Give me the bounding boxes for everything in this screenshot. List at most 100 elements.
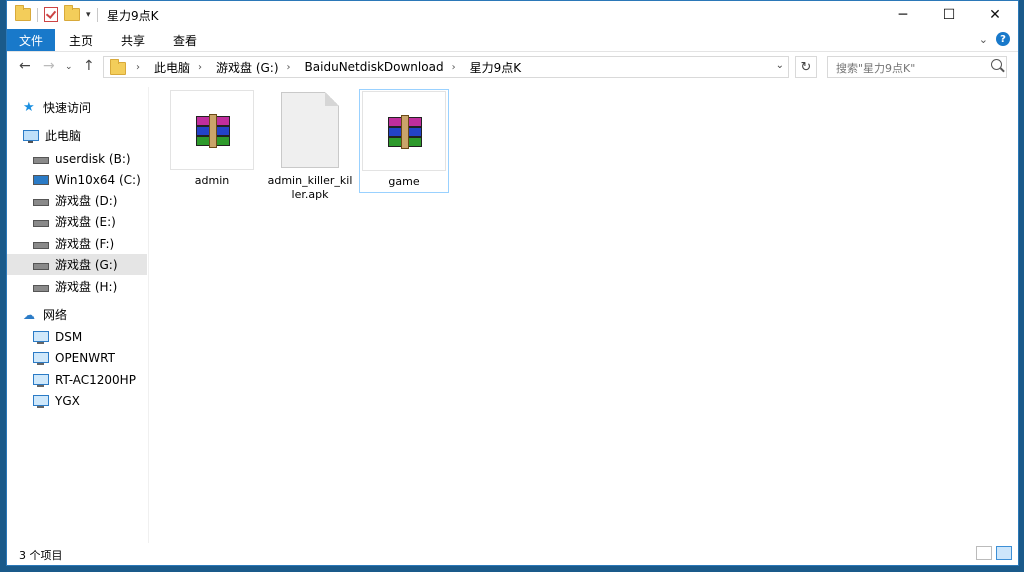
sidebar-item-label: 此电脑 — [45, 129, 82, 143]
maximize-button[interactable]: ☐ — [926, 1, 972, 29]
sidebar-item-label: OPENWRT — [55, 350, 115, 365]
sidebar-item-label: 快速访问 — [43, 101, 92, 115]
sidebar-item-openwrt[interactable]: OPENWRT — [7, 347, 147, 368]
minimize-button[interactable]: ─ — [880, 1, 926, 29]
sidebar-item-drive-g[interactable]: 游戏盘 (G:) — [7, 254, 147, 275]
separator — [37, 7, 38, 22]
sidebar-item-label: 游戏盘 (H:) — [55, 280, 118, 294]
sidebar-item-ygx[interactable]: YGX — [7, 390, 147, 411]
monitor-icon — [33, 352, 49, 365]
explorer-window: ▾ 星力9点K ─ ☐ ✕ 文件 主页 共享 查看 ⌄ ? ← → ⌄ ↑ › … — [6, 0, 1019, 566]
chevron-right-icon[interactable]: › — [198, 62, 202, 73]
breadcrumb-this-pc[interactable]: 此电脑 — [154, 59, 190, 76]
sidebar-item-drive-c[interactable]: Win10x64 (C:) — [7, 169, 147, 190]
recent-locations-icon[interactable]: ⌄ — [65, 62, 73, 72]
sidebar-item-drive-f[interactable]: 游戏盘 (F:) — [7, 233, 147, 254]
network-icon: ☁ — [23, 307, 35, 322]
sidebar-item-quick-access[interactable]: ★ 快速访问 — [23, 97, 163, 118]
window-title: 星力9点K — [107, 9, 159, 23]
sidebar-item-label: 游戏盘 (G:) — [55, 258, 118, 272]
up-arrow-icon[interactable]: ↑ — [83, 58, 95, 74]
refresh-button[interactable]: ↻ — [795, 56, 817, 78]
folder-icon — [15, 5, 31, 21]
monitor-icon — [33, 374, 49, 387]
file-list: admin admin_killer_killer.apk game — [153, 87, 1018, 547]
close-button[interactable]: ✕ — [972, 1, 1018, 29]
chevron-right-icon[interactable]: › — [452, 62, 456, 73]
item-count: 3 个项目 — [19, 549, 63, 562]
quick-access-toolbar: ▾ — [15, 5, 98, 22]
sidebar-item-dsm[interactable]: DSM — [7, 326, 147, 347]
file-item-admin[interactable]: admin — [167, 89, 257, 193]
sidebar-item-label: 游戏盘 (E:) — [55, 215, 116, 229]
winrar-archive-icon — [386, 115, 422, 149]
sidebar-item-this-pc[interactable]: 此电脑 — [23, 125, 163, 146]
refresh-icon: ↻ — [800, 59, 812, 75]
drive-icon — [33, 157, 49, 164]
drive-icon — [33, 199, 49, 206]
chevron-down-icon[interactable]: ⌄ — [776, 60, 784, 71]
tab-view[interactable]: 查看 — [159, 29, 211, 51]
sidebar-item-label: Win10x64 (C:) — [55, 172, 141, 187]
file-thumbnail — [362, 91, 446, 171]
breadcrumb-baidunetdisk[interactable]: BaiduNetdiskDownload — [305, 60, 444, 74]
large-icons-view-icon[interactable] — [996, 546, 1012, 560]
breadcrumb-current-folder[interactable]: 星力9点K — [470, 59, 522, 76]
folder-icon — [110, 59, 126, 75]
file-item-game[interactable]: game — [359, 89, 449, 193]
sidebar-item-drive-d[interactable]: 游戏盘 (D:) — [7, 190, 147, 211]
drive-icon — [33, 220, 49, 227]
file-name: admin_killer_killer.apk — [267, 174, 353, 201]
sidebar-item-label: userdisk (B:) — [55, 151, 131, 166]
sidebar-item-rt-ac1200hp[interactable]: RT-AC1200HP — [7, 369, 147, 390]
star-icon: ★ — [23, 99, 35, 115]
chevron-right-icon[interactable]: › — [287, 62, 291, 73]
monitor-icon — [33, 395, 49, 408]
chevron-right-icon[interactable]: › — [136, 62, 140, 73]
sidebar-item-label: 游戏盘 (F:) — [55, 237, 115, 251]
back-arrow-icon[interactable]: ← — [19, 58, 31, 74]
file-thumbnail — [268, 90, 352, 170]
expand-ribbon-icon[interactable]: ⌄ — [979, 33, 988, 46]
window-controls: ─ ☐ ✕ — [880, 1, 1018, 29]
navigation-bar: ← → ⌄ ↑ › 此电脑 › 游戏盘 (G:) › BaiduNetdiskD… — [7, 53, 1018, 81]
sidebar-item-label: YGX — [55, 393, 80, 408]
navigation-pane: ★ 快速访问 此电脑 userdisk (B:) Win10x64 (C:) 游… — [7, 87, 148, 547]
title-bar: ▾ 星力9点K ─ ☐ ✕ — [7, 1, 1018, 29]
sidebar-item-drive-b[interactable]: userdisk (B:) — [7, 148, 147, 169]
file-name: admin — [194, 174, 230, 187]
winrar-archive-icon — [194, 114, 230, 148]
sidebar-item-network[interactable]: ☁ 网络 — [23, 304, 163, 325]
address-bar[interactable]: › 此电脑 › 游戏盘 (G:) › BaiduNetdiskDownload … — [103, 56, 789, 78]
properties-icon[interactable] — [44, 7, 58, 22]
breadcrumb-drive-g[interactable]: 游戏盘 (G:) — [216, 59, 279, 76]
search-icon[interactable] — [991, 59, 1002, 70]
sidebar-item-label: 网络 — [43, 308, 68, 322]
sidebar-item-drive-e[interactable]: 游戏盘 (E:) — [7, 211, 147, 232]
customize-toolbar-icon[interactable]: ▾ — [86, 10, 91, 20]
separator — [96, 7, 98, 22]
monitor-icon — [33, 331, 49, 344]
sidebar-item-drive-h[interactable]: 游戏盘 (H:) — [7, 276, 147, 297]
blank-file-icon — [281, 92, 339, 168]
help-icon[interactable]: ? — [996, 32, 1010, 46]
tab-file[interactable]: 文件 — [7, 29, 55, 51]
details-view-icon[interactable] — [976, 546, 992, 560]
computer-icon — [23, 130, 39, 143]
tab-home[interactable]: 主页 — [55, 29, 107, 51]
sidebar-item-label: DSM — [55, 329, 83, 344]
new-folder-icon[interactable] — [64, 5, 80, 21]
tab-share[interactable]: 共享 — [107, 29, 159, 51]
file-name: game — [388, 175, 420, 188]
forward-arrow-icon[interactable]: → — [43, 58, 55, 74]
pane-divider[interactable] — [148, 87, 149, 543]
file-thumbnail — [170, 90, 254, 170]
search-box[interactable] — [827, 56, 1007, 78]
drive-icon — [33, 285, 49, 292]
sidebar-item-label: RT-AC1200HP — [55, 372, 136, 387]
sidebar-item-label: 游戏盘 (D:) — [55, 194, 118, 208]
search-input[interactable] — [834, 58, 988, 78]
file-item-apk[interactable]: admin_killer_killer.apk — [265, 89, 355, 201]
drive-icon — [33, 263, 49, 270]
status-bar: 3 个项目 — [7, 543, 1018, 565]
